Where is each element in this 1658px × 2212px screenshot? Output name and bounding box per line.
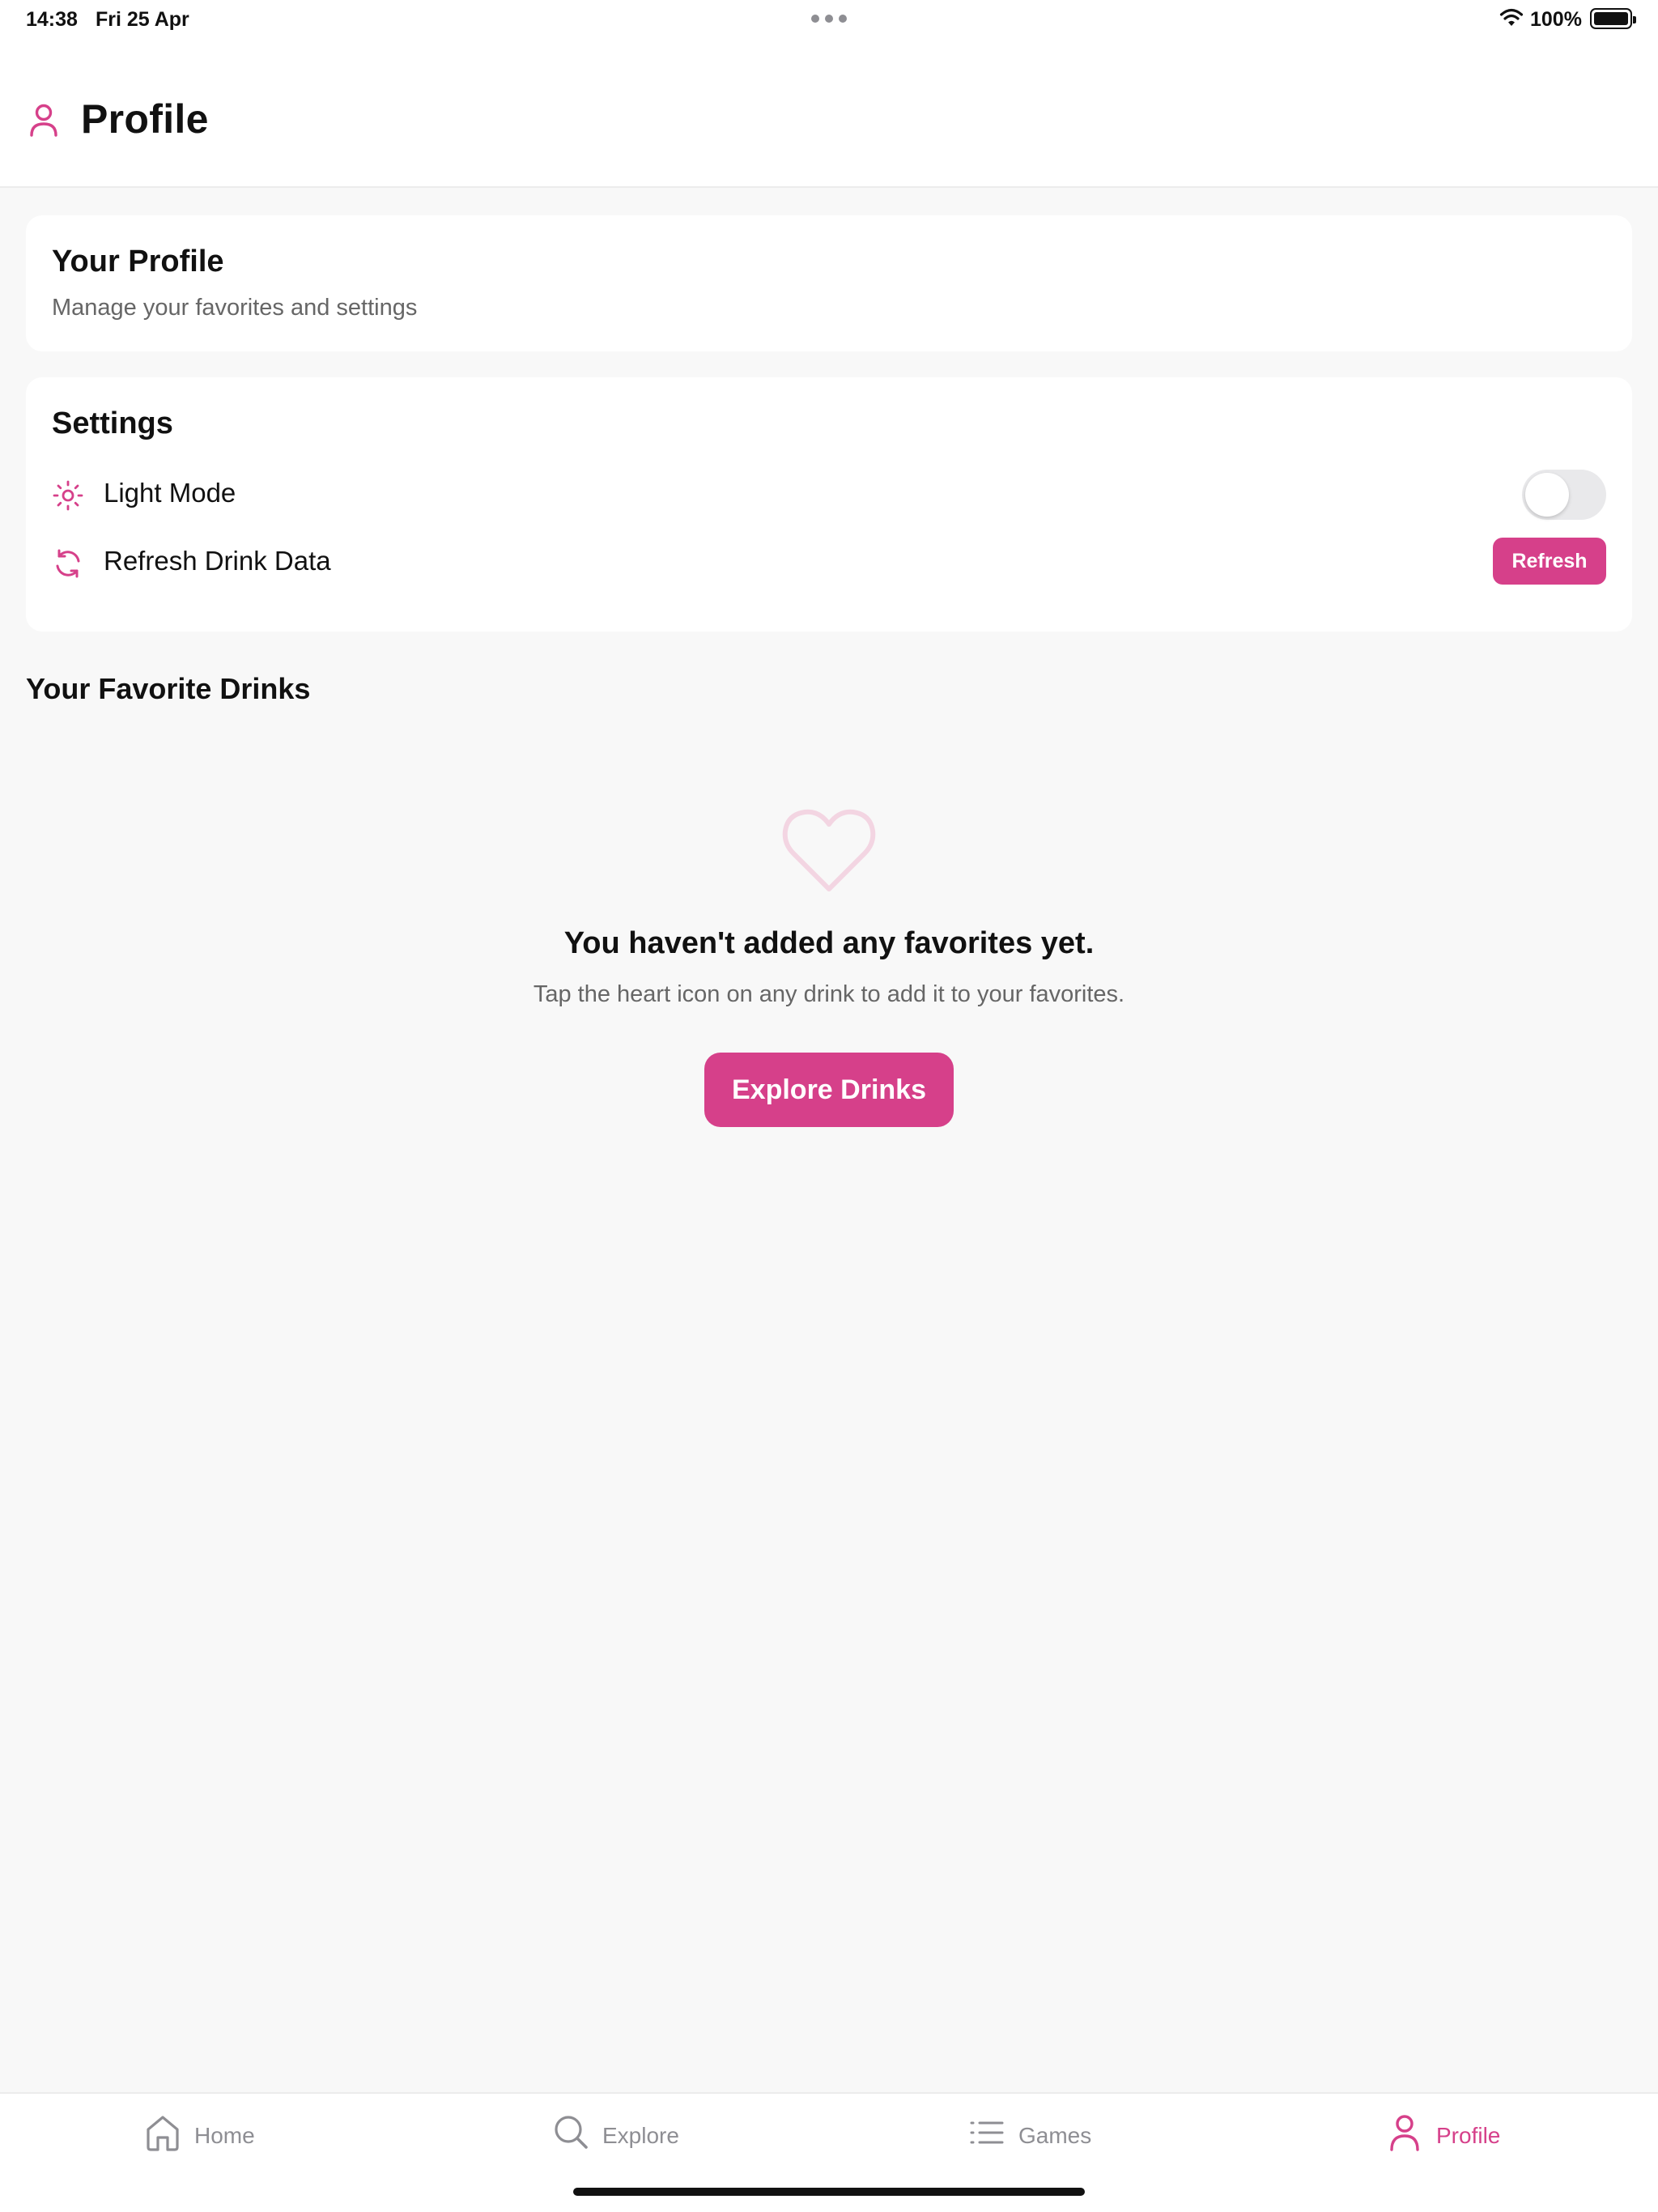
tab-profile-label: Profile <box>1436 2123 1501 2148</box>
tab-home-label: Home <box>194 2123 255 2148</box>
settings-card: Settings Light Mode Refresh Drink Data R… <box>26 377 1632 632</box>
refresh-button[interactable]: Refresh <box>1493 538 1606 585</box>
profile-card-title: Your Profile <box>52 245 224 279</box>
explore-drinks-button[interactable]: Explore Drinks <box>704 1053 954 1127</box>
light-mode-row: Light Mode <box>52 470 1606 520</box>
home-icon <box>147 2116 179 2151</box>
empty-favorites-title: You haven't added any favorites yet. <box>563 926 1095 960</box>
wifi-icon <box>1499 8 1524 26</box>
profile-card: Your Profile Manage your favorites and s… <box>26 215 1632 351</box>
tab-explore-label: Explore <box>602 2123 679 2148</box>
page-header: Profile <box>0 39 1658 188</box>
refresh-data-label: Refresh Drink Data <box>104 546 331 576</box>
status-date: Fri 25 Apr <box>96 8 189 31</box>
sun-icon <box>53 480 83 511</box>
light-mode-label: Light Mode <box>104 478 236 508</box>
status-bar: 14:38 Fri 25 Apr 100% <box>0 0 1658 39</box>
empty-favorites-subtitle: Tap the heart icon on any drink to add i… <box>533 981 1125 1007</box>
status-time: 14:38 <box>26 8 78 31</box>
profile-screen: 14:38 Fri 25 Apr 100% Profile Your Profi… <box>0 0 1658 2212</box>
profile-card-subtitle: Manage your favorites and settings <box>52 295 418 321</box>
settings-title: Settings <box>52 406 173 440</box>
refresh-icon <box>56 549 80 578</box>
multitasking-dots-icon[interactable] <box>811 15 847 23</box>
list-icon <box>970 2121 1004 2144</box>
light-mode-toggle[interactable] <box>1522 470 1606 520</box>
home-indicator <box>573 2188 1085 2196</box>
refresh-data-row: Refresh Drink Data Refresh <box>52 538 1606 586</box>
heart-icon <box>782 809 876 891</box>
favorites-section-title: Your Favorite Drinks <box>26 672 311 705</box>
page-title: Profile <box>81 96 209 142</box>
battery-percent: 100% <box>1530 8 1582 31</box>
person-icon <box>1390 2115 1419 2151</box>
person-icon <box>30 104 57 137</box>
battery-icon <box>1590 8 1636 29</box>
tab-games-label: Games <box>1018 2123 1092 2148</box>
search-icon <box>555 2116 588 2149</box>
